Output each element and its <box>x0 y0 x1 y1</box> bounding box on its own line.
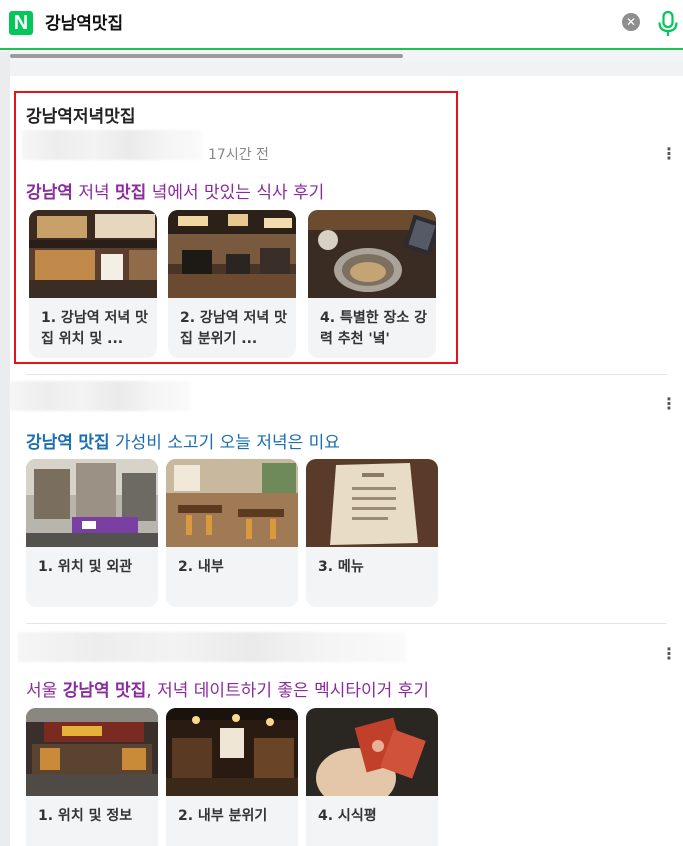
search-header: N 강남역맛집 ✕ <box>0 0 683 50</box>
card-label: 1. 위치 및 정보 <box>38 808 133 824</box>
divider <box>26 623 667 624</box>
card-label: 2. 내부 분위기 <box>178 808 268 824</box>
card-label: 3. 메뉴 <box>318 559 364 575</box>
image-card[interactable]: 2. 내부 분위기 <box>166 708 298 846</box>
more-vertical-icon[interactable]: ⋮ <box>661 396 677 412</box>
food-closeup-photo <box>306 708 438 796</box>
blurred-author <box>18 632 406 662</box>
card-label: 1. 위치 및 외관 <box>38 559 133 575</box>
post-headline[interactable]: 서울 강남역 맛집, 저녁 데이트하기 좋은 멕시타이거 후기 <box>26 676 429 701</box>
image-card[interactable]: 2. 내부 <box>166 459 298 607</box>
search-input[interactable]: 강남역맛집 <box>45 10 123 38</box>
dining-room-photo <box>166 459 298 547</box>
menu-photo <box>306 459 438 547</box>
more-vertical-icon[interactable]: ⋮ <box>661 146 677 162</box>
image-card[interactable]: 1. 위치 및 정보 <box>26 708 158 846</box>
storefront-photo <box>26 708 158 796</box>
card-label: 2. 내부 <box>178 559 224 575</box>
mic-icon[interactable] <box>656 10 680 38</box>
post-headline[interactable]: 강남역 맛집 가성비 소고기 오늘 저녁은 미요 <box>26 428 340 453</box>
horizontal-scrollbar[interactable] <box>10 54 403 58</box>
highlight-box <box>14 91 458 364</box>
divider <box>26 374 667 375</box>
image-card[interactable]: 1. 위치 및 외관 <box>26 459 158 607</box>
more-vertical-icon[interactable]: ⋮ <box>661 646 677 662</box>
street-exterior-photo <box>26 459 158 547</box>
image-card[interactable]: 4. 시식평 <box>306 708 438 846</box>
naver-logo[interactable]: N <box>9 11 33 35</box>
image-card[interactable]: 3. 메뉴 <box>306 459 438 607</box>
bar-interior-photo <box>166 708 298 796</box>
clear-icon[interactable]: ✕ <box>622 13 640 31</box>
scroll-rail <box>0 52 10 846</box>
blurred-author <box>10 381 190 411</box>
card-label: 4. 시식평 <box>318 808 377 824</box>
search-results-page: N 강남역맛집 ✕ 강남역저녁맛집 17시간 전 ⋮ 강남역 저녁 맛집 녘에서… <box>0 0 683 846</box>
